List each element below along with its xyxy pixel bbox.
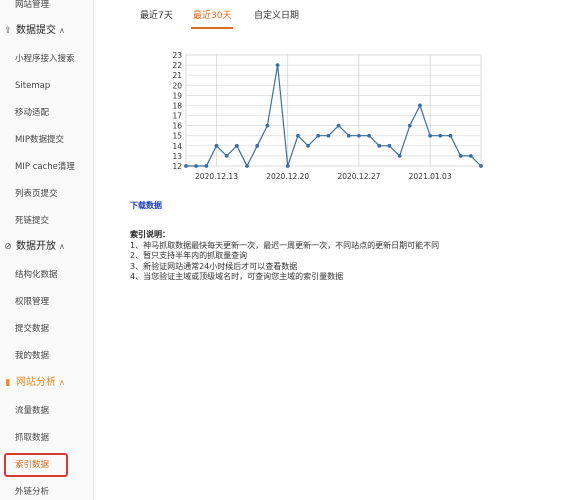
data-point (224, 154, 229, 158)
data-point (326, 133, 331, 138)
data-point (285, 164, 290, 168)
data-point (346, 133, 351, 138)
data-point (458, 154, 463, 158)
data-point (245, 164, 249, 168)
data-point (397, 154, 402, 158)
note-line-1: 1、神马抓取数据最快每天更新一次，最迟一周更新一次，不同站点的更新日期可能不同 (130, 240, 440, 250)
sidebar-group-data-open[interactable]: ⊘ 数据开放 ∧ (0, 236, 93, 258)
x-tick-label: 2020.12.27 (337, 172, 380, 181)
y-tick-label: 12 (172, 162, 182, 171)
sidebar-item-crawl[interactable]: 抓取数据 (0, 427, 93, 449)
tab-last-30-days[interactable]: 最近30天 (190, 6, 234, 29)
data-point (448, 133, 453, 138)
sidebar-item-sitemap[interactable]: Sitemap (0, 75, 93, 97)
data-point (184, 164, 188, 168)
plot-frame (185, 54, 482, 167)
data-point (295, 133, 300, 138)
data-point (204, 164, 209, 168)
data-point (214, 143, 219, 148)
data-point (265, 123, 270, 128)
data-point (468, 154, 473, 158)
sidebar-item-mip-cache[interactable]: MIP cache清理 (0, 156, 93, 178)
data-point (336, 123, 341, 128)
y-tick-label: 19 (172, 91, 182, 100)
bar-chart-icon: ▮ (5, 378, 11, 388)
chevron-up-icon: ∧ (59, 26, 65, 35)
data-point (387, 143, 392, 148)
y-tick-label: 15 (172, 132, 182, 141)
y-tick-label: 13 (172, 152, 182, 161)
y-tick-label: 20 (172, 81, 182, 90)
chevron-up-icon: ∧ (59, 378, 65, 387)
y-tick-label: 16 (172, 122, 182, 131)
sidebar-group-site-analysis[interactable]: ▮ 网站分析 ∧ (0, 372, 93, 394)
x-tick-label: 2020.12.20 (266, 172, 309, 181)
sidebar-item-deadlink[interactable]: 死链提交 (0, 210, 93, 232)
x-tick-label: 2021.01.03 (409, 172, 452, 181)
sidebar-item-mobile-adapt[interactable]: 移动适配 (0, 102, 93, 124)
data-point (357, 133, 361, 138)
sidebar-item-permissions[interactable]: 权限管理 (0, 291, 93, 313)
data-point (418, 103, 422, 108)
data-point (306, 143, 310, 148)
data-point (316, 133, 321, 138)
y-tick-label: 23 (172, 51, 182, 60)
y-tick-label: 17 (172, 112, 182, 121)
tab-custom-date[interactable]: 自定义日期 (254, 6, 299, 26)
sidebar-item-miniprogram[interactable]: 小程序接入搜索 (0, 48, 93, 70)
y-tick-label: 14 (172, 142, 182, 151)
sidebar-item-site-management[interactable]: 网站管理 (0, 0, 93, 16)
sidebar-item-mip-submit[interactable]: MIP数据提交 (0, 129, 93, 151)
sidebar-item-backlinks[interactable]: 外链分析 (0, 481, 93, 500)
sidebar-group-data-submit[interactable]: ⇪ 数据提交 ∧ (0, 20, 93, 42)
y-tick-label: 22 (172, 61, 182, 70)
data-point (367, 133, 372, 138)
selected-item-highlight (4, 453, 68, 477)
data-point (407, 123, 412, 128)
chevron-up-icon: ∧ (59, 242, 65, 251)
data-point (438, 133, 443, 138)
index-line-chart: 23 22 21 20 19 18 17 16 15 14 13 12 2020.12.13 2020.1… (160, 50, 490, 190)
data-point (194, 164, 199, 168)
data-point (275, 63, 280, 67)
upload-icon: ⇪ (4, 26, 12, 36)
note-line-3: 3、新验证网站通常24小时候后才可以查看数据 (130, 261, 298, 271)
sidebar-item-traffic[interactable]: 流量数据 (0, 400, 93, 422)
sidebar: 网站管理 ⇪ 数据提交 ∧ 小程序接入搜索 Sitemap 移动适配 MIP数据提交… (0, 0, 94, 500)
y-tick-label: 18 (172, 101, 182, 110)
sidebar-item-list-submit[interactable]: 列表页提交 (0, 183, 93, 205)
notes-title: 索引说明： (130, 230, 170, 239)
data-point (479, 164, 483, 168)
chart-svg: 232221201918 171615141312 2020.12.13 2020.1… (172, 51, 483, 181)
note-line-2: 2、暂只支持半年内的抓取量查询 (130, 251, 248, 260)
sidebar-item-structured[interactable]: 结构化数据 (0, 264, 93, 286)
data-point (377, 143, 382, 148)
note-line-4: 4、当您验证主域或顶级域名时，可查询您主域的索引量数据 (130, 272, 344, 281)
y-tick-label: 21 (172, 71, 182, 80)
sidebar-item-my-data[interactable]: 我的数据 (0, 345, 93, 367)
data-point (428, 133, 433, 138)
sidebar-item-submit-data[interactable]: 提交数据 (0, 318, 93, 340)
data-point (234, 143, 239, 148)
tab-last-7-days[interactable]: 最近7天 (140, 6, 173, 26)
link-icon: ⊘ (4, 242, 12, 252)
index-notes: 索引说明： 1、神马抓取数据最快每天更新一次，最迟一周更新一次，不同站点的更新日… (130, 230, 439, 283)
x-tick-label: 2020.12.13 (195, 172, 238, 181)
download-data-link[interactable]: 下载数据 (130, 200, 162, 211)
data-point (255, 143, 260, 148)
